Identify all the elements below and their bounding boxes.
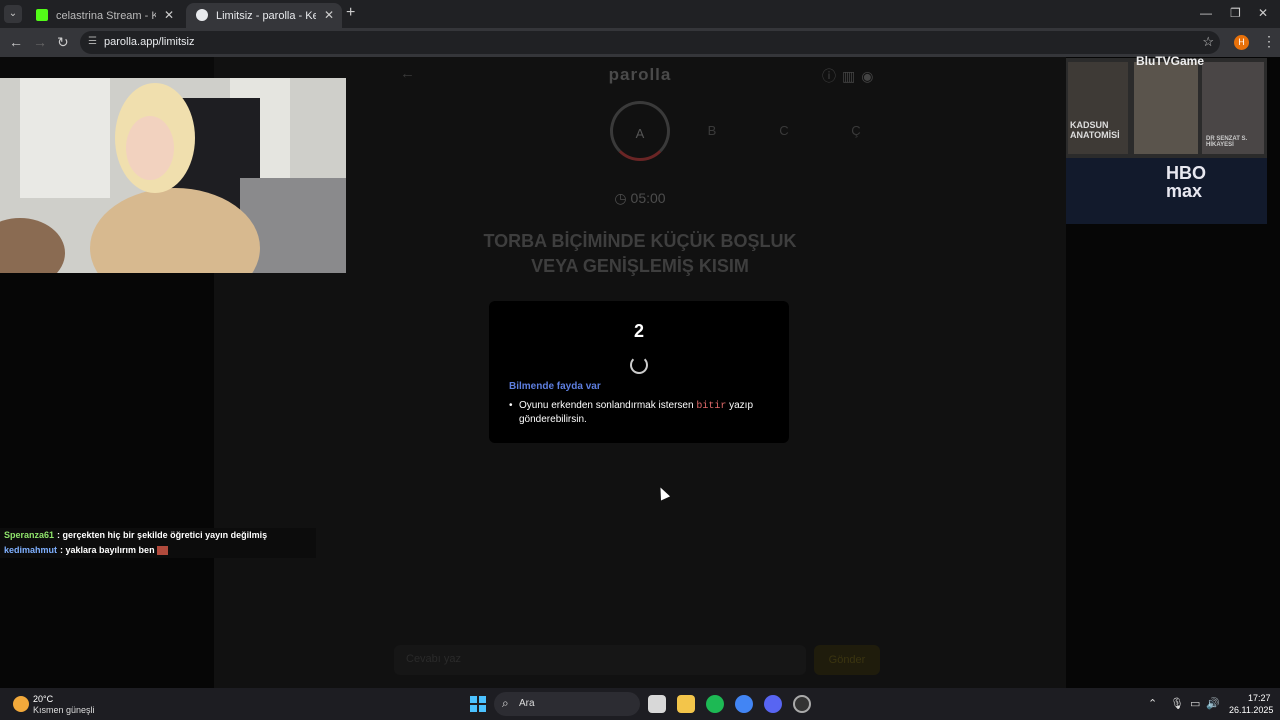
clock-time[interactable]: 17:27 xyxy=(1248,693,1271,703)
back-button[interactable]: ← xyxy=(9,34,23,50)
chat-message: Speranza61: gerçekten hiç bir şekilde öğ… xyxy=(0,528,316,543)
taskbar-search[interactable]: ⌕ Ara xyxy=(494,692,640,716)
letter-circle-b: B xyxy=(707,123,717,138)
close-window-button[interactable]: ✕ xyxy=(1258,6,1268,20)
reload-button[interactable]: ↻ xyxy=(57,34,69,51)
bookmark-star-icon[interactable]: ☆ xyxy=(1202,34,1214,50)
tab-title: Limitsiz - parolla - Kelime oyunu xyxy=(216,10,316,22)
countdown-modal: 2 Bilmende fayda var Oyunu erkenden sonl… xyxy=(489,301,789,443)
chat-overlay: Speranza61: gerçekten hiç bir şekilde öğ… xyxy=(0,528,316,558)
tip-item: Oyunu erkenden sonlandırmak istersen bit… xyxy=(509,399,769,426)
tab-search-button[interactable]: ⌄ xyxy=(4,5,22,23)
restore-button[interactable]: ❐ xyxy=(1230,6,1241,20)
tip-keyword: bitir xyxy=(696,401,727,412)
webcam-overlay xyxy=(0,78,346,273)
chat-username: kedimahmut xyxy=(4,545,58,555)
discord-icon[interactable] xyxy=(764,695,782,713)
ad-banner[interactable]: BluTVGame KADSUN ANATOMİSİ DR SENZAT S. … xyxy=(1066,54,1267,224)
tab-title: celastrina Stream - Kick Dashboard xyxy=(56,10,156,22)
taskbar: 20°C Kısmen güneşli ⌕ Ara ⌃ 🎙 ▭ 🔊 17:27 … xyxy=(0,688,1280,720)
site-info-icon[interactable]: ☰ xyxy=(88,36,97,47)
close-tab-icon[interactable]: ✕ xyxy=(324,8,334,22)
info-icon[interactable]: ⓘ xyxy=(822,68,836,84)
kick-icon xyxy=(36,9,48,21)
header-icons: ⓘ ▥ ◉ xyxy=(822,66,879,86)
tab-kick-dashboard[interactable]: celastrina Stream - Kick Dashboard ✕ xyxy=(26,3,182,28)
ad-side-text: DR SENZAT S. HİKAYESİ xyxy=(1206,136,1248,148)
stats-icon[interactable]: ▥ xyxy=(842,68,855,84)
clock-date[interactable]: 26.11.2025 xyxy=(1229,705,1273,715)
chat-text: yaklara bayılırım ben xyxy=(65,545,155,555)
new-tab-button[interactable]: + xyxy=(346,4,355,22)
account-icon[interactable]: ◉ xyxy=(861,68,873,84)
search-icon: ⌕ xyxy=(502,696,509,710)
close-tab-icon[interactable]: ✕ xyxy=(164,8,174,22)
toolbar: ← → ↻ ☰ parolla.app/limitsiz ☆ H ⋮ xyxy=(0,28,1280,57)
tab-parolla[interactable]: Limitsiz - parolla - Kelime oyunu ✕ xyxy=(186,3,342,28)
network-icon[interactable]: ▭ xyxy=(1190,697,1200,710)
tip-text-before: Oyunu erkenden sonlandırmak istersen xyxy=(519,400,694,411)
spotify-icon[interactable] xyxy=(706,695,724,713)
minimize-button[interactable]: — xyxy=(1200,6,1212,20)
search-placeholder: Ara xyxy=(519,698,535,709)
ad-network-logo: HBO max xyxy=(1166,163,1206,201)
overlay-strip xyxy=(0,57,214,78)
chrome-icon[interactable] xyxy=(735,695,753,713)
streamer-webcam-image xyxy=(0,78,346,273)
profile-avatar[interactable]: H xyxy=(1234,35,1249,50)
url-text[interactable]: parolla.app/limitsiz xyxy=(104,36,194,48)
loading-spinner-icon xyxy=(630,356,648,374)
file-explorer-icon[interactable] xyxy=(677,695,695,713)
forward-button[interactable]: → xyxy=(33,34,47,50)
browser-menu-icon[interactable]: ⋮ xyxy=(1262,33,1276,50)
emote-icon xyxy=(157,546,169,556)
clock-icon: ◷ xyxy=(614,190,631,206)
ad-brand-logo: BluTVGame xyxy=(1136,54,1205,68)
tab-strip: ⌄ celastrina Stream - Kick Dashboard ✕ L… xyxy=(0,0,1280,28)
letter-circle-a: A xyxy=(610,101,670,161)
weather-temperature[interactable]: 20°C xyxy=(33,694,53,704)
ad-show-title: KADSUN ANATOMİSİ xyxy=(1070,120,1120,140)
volume-icon[interactable]: 🔊 xyxy=(1206,697,1220,710)
address-bar[interactable]: ☰ parolla.app/limitsiz ☆ xyxy=(80,31,1220,54)
chat-text: gerçekten hiç bir şekilde öğretici yayın… xyxy=(62,530,268,540)
letter-circle-c: C xyxy=(779,123,789,138)
task-view-icon[interactable] xyxy=(648,695,666,713)
letter-circle-ch: Ç xyxy=(851,123,861,138)
timer-value: 05:00 xyxy=(630,190,666,206)
parolla-favicon-icon xyxy=(196,9,208,21)
countdown-number: 2 xyxy=(633,321,644,341)
weather-icon[interactable] xyxy=(13,696,29,712)
answer-input[interactable]: Cevabı yaz xyxy=(394,645,806,675)
microphone-icon[interactable]: 🎙 xyxy=(1170,697,1184,710)
tray-overflow-icon[interactable]: ⌃ xyxy=(1148,697,1157,710)
weather-description[interactable]: Kısmen güneşli xyxy=(33,705,95,715)
chat-username: Speranza61 xyxy=(4,530,55,540)
chat-message: kedimahmut: yaklara bayılırım ben xyxy=(0,543,316,558)
tip-title: Bilmende fayda var xyxy=(509,381,601,392)
obs-icon[interactable] xyxy=(793,695,811,713)
start-button[interactable] xyxy=(470,696,486,712)
submit-button[interactable]: Gönder xyxy=(814,645,880,675)
